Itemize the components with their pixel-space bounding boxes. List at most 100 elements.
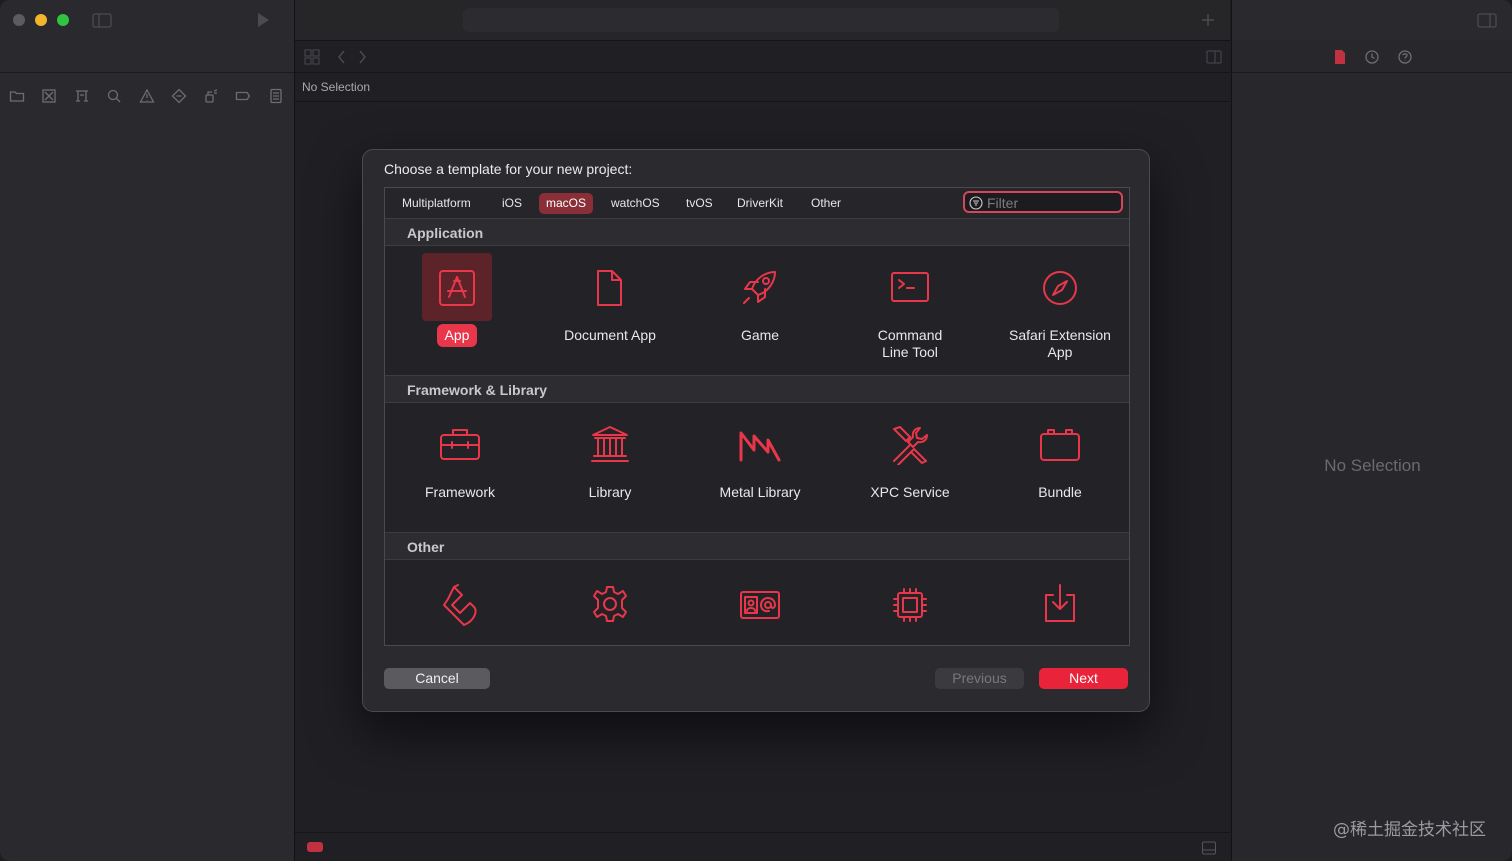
run-icon[interactable] (256, 12, 270, 28)
template-metal-library[interactable]: Metal Library (685, 408, 835, 528)
filter-icon (969, 196, 983, 210)
compass-icon (1043, 271, 1077, 305)
app-store-icon (439, 270, 475, 306)
close-window-button[interactable] (13, 14, 25, 26)
forward-chevron-icon[interactable] (357, 49, 367, 65)
template-panel: Multiplatform iOS macOS watchOS tvOS Dri… (384, 187, 1130, 646)
search-icon[interactable] (106, 88, 122, 104)
template-label: Library (588, 484, 632, 500)
section-header-application: Application (385, 218, 1129, 246)
template-label: Game (740, 327, 780, 343)
new-project-dialog: Choose a template for your new project: … (362, 149, 1150, 712)
template-label: Bundle (1038, 484, 1082, 500)
next-button[interactable]: Next (1039, 668, 1128, 689)
sidebar-toggle-icon[interactable] (92, 13, 112, 28)
tab-watchos[interactable]: watchOS (604, 193, 667, 214)
zoom-window-button[interactable] (57, 14, 69, 26)
section-title: Application (407, 225, 484, 241)
columns-building-icon (591, 426, 629, 462)
tab-other[interactable]: Other (804, 193, 848, 214)
history-icon[interactable] (1364, 49, 1380, 65)
template-framework[interactable]: Framework (385, 408, 535, 528)
debug-area-toggle-icon[interactable] (307, 842, 323, 852)
section-header-framework-library: Framework & Library (385, 375, 1129, 403)
xcode-window: No Selection No Selection @稀土掘金技术社区 Choo… (0, 0, 1512, 861)
inspector-empty-text: No Selection (1324, 456, 1421, 475)
section-header-other: Other (385, 532, 1129, 560)
plugin-icon (443, 584, 477, 626)
panel-toggle-icon[interactable] (1201, 840, 1217, 856)
template-app[interactable]: App (385, 251, 535, 379)
template-xpc-service[interactable]: XPC Service (835, 408, 985, 528)
breakpoint-icon[interactable] (235, 88, 251, 104)
grid-icon[interactable] (304, 49, 320, 65)
inspector-toggle-icon[interactable] (1477, 13, 1497, 28)
tab-multiplatform[interactable]: Multiplatform (395, 193, 478, 214)
folder-icon[interactable] (9, 88, 25, 104)
activity-viewer (463, 8, 1059, 32)
gear-icon (593, 586, 627, 622)
template-label: Document App (564, 327, 656, 343)
titlebar-left (0, 0, 294, 40)
help-icon[interactable] (1397, 49, 1413, 65)
template-label: Framework (424, 484, 495, 500)
bundle-icon (1040, 429, 1080, 461)
platform-tabbar: Multiplatform iOS macOS watchOS tvOS Dri… (385, 188, 1129, 219)
section-title: Framework & Library (407, 382, 548, 398)
template-other-4[interactable] (835, 565, 985, 645)
tab-macos[interactable]: macOS (539, 193, 594, 214)
warning-icon[interactable] (139, 88, 155, 104)
chip-icon (893, 588, 927, 622)
template-other-3[interactable] (685, 565, 835, 645)
report-icon[interactable] (268, 88, 284, 104)
debug-spray-icon[interactable] (203, 88, 219, 104)
source-control-icon[interactable] (41, 88, 57, 104)
file-inspector-icon[interactable] (1333, 49, 1347, 65)
template-library[interactable]: Library (535, 408, 685, 528)
template-safari-extension-app[interactable]: Safari Extension App (985, 251, 1135, 379)
template-document-app[interactable]: Document App (535, 251, 685, 379)
jump-bar: No Selection (295, 72, 1230, 102)
symbol-navigator-icon[interactable] (74, 88, 90, 104)
tab-driverkit[interactable]: DriverKit (730, 193, 790, 214)
tab-ios[interactable]: iOS (495, 193, 529, 214)
template-other-5[interactable] (985, 565, 1135, 645)
minimize-window-button[interactable] (35, 14, 47, 26)
inspector-titlebar (1232, 0, 1512, 40)
inspector-tabs (1232, 41, 1512, 73)
tools-icon (893, 426, 928, 465)
template-bundle[interactable]: Bundle (985, 408, 1135, 528)
editor-titlebar (295, 0, 1230, 41)
filter-input[interactable] (987, 194, 1117, 212)
cancel-button[interactable]: Cancel (384, 668, 490, 689)
section-title: Other (407, 539, 445, 555)
navigator-sidebar (0, 0, 295, 861)
inspector-pane: No Selection (1231, 0, 1512, 861)
template-other-1[interactable] (385, 565, 535, 645)
template-label: Safari Extension App (1009, 327, 1111, 360)
toolbox-icon (440, 429, 480, 460)
terminal-icon (891, 272, 929, 302)
template-label: XPC Service (870, 484, 950, 500)
document-icon (597, 270, 622, 306)
add-icon[interactable] (1201, 13, 1215, 27)
previous-button[interactable]: Previous (935, 668, 1024, 689)
template-label: Metal Library (719, 484, 801, 500)
filter-field[interactable] (963, 191, 1123, 213)
template-game[interactable]: Game (685, 251, 835, 379)
rocket-icon (743, 271, 776, 304)
tab-tvos[interactable]: tvOS (679, 193, 720, 214)
template-other-2[interactable] (535, 565, 685, 645)
contact-card-icon (740, 591, 780, 619)
navigator-tabs (0, 40, 294, 104)
installer-icon (1045, 584, 1075, 622)
template-label: App (437, 324, 477, 347)
split-editor-icon[interactable] (1206, 49, 1222, 65)
watermark: @稀土掘金技术社区 (1333, 820, 1486, 840)
test-diamond-icon[interactable] (171, 88, 187, 104)
back-chevron-icon[interactable] (337, 49, 347, 65)
template-command-line-tool[interactable]: Command Line Tool (835, 251, 985, 379)
dialog-title: Choose a template for your new project: (384, 161, 633, 177)
jump-bar-text: No Selection (302, 80, 371, 94)
editor-toolbar (295, 41, 1230, 73)
